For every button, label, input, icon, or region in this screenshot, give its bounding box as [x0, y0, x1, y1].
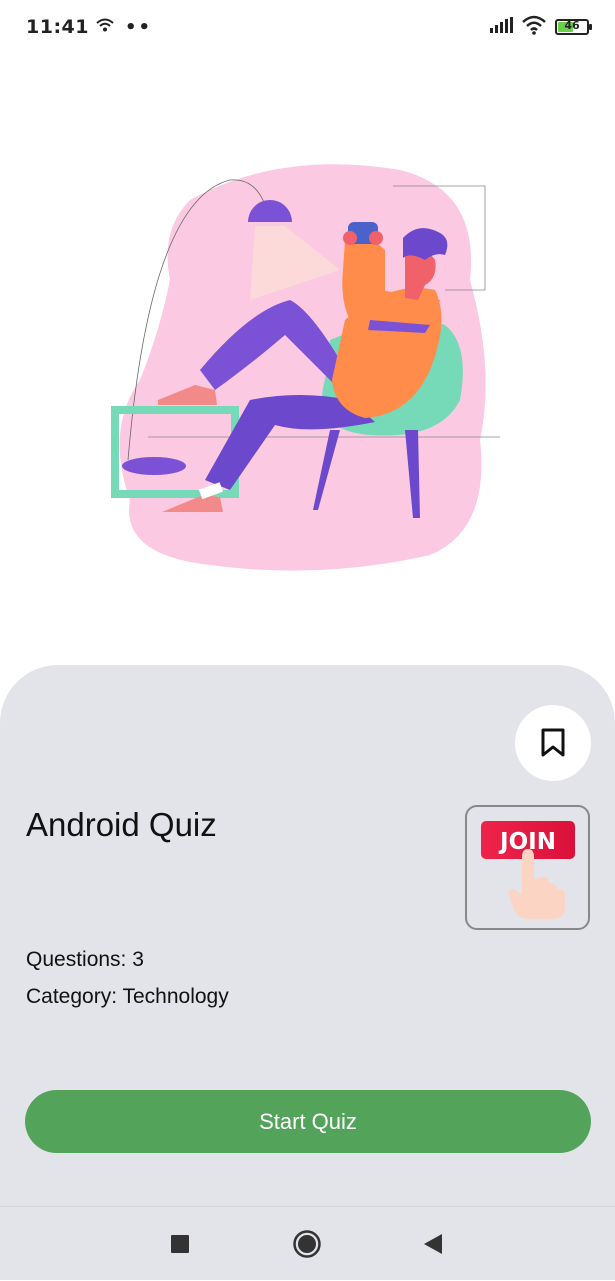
category-label: Category: Technology [26, 985, 229, 1008]
status-time: 11:41 [26, 16, 89, 38]
battery-nub [589, 24, 592, 30]
join-image: JOIN [465, 805, 590, 930]
status-right: 46 [489, 15, 592, 39]
bookmark-icon [541, 728, 565, 757]
triangle-back-icon [424, 1234, 442, 1254]
battery-icon: 46 [555, 19, 592, 35]
wifi-icon [521, 15, 547, 39]
square-icon [171, 1235, 189, 1253]
circle-icon [293, 1230, 321, 1258]
battery-level: 46 [564, 19, 580, 32]
quiz-title: Android Quiz [26, 806, 217, 843]
wifi-small-icon [95, 17, 115, 37]
notification-dots-icon: •• [124, 16, 152, 38]
recents-button[interactable] [140, 1207, 220, 1281]
status-bar: 11:41 •• 46 [0, 0, 615, 54]
gamer-illustration [111, 164, 500, 571]
questions-count: Questions: 3 [26, 948, 144, 971]
system-nav-bar [0, 1206, 615, 1280]
signal-icon [489, 17, 513, 37]
back-button[interactable] [393, 1207, 473, 1281]
hero-illustration [100, 160, 520, 580]
start-quiz-button[interactable]: Start Quiz [25, 1090, 591, 1153]
join-hand-icon: JOIN [481, 821, 575, 919]
status-left: 11:41 •• [26, 16, 152, 38]
bookmark-button[interactable] [515, 705, 591, 781]
home-button[interactable] [267, 1207, 347, 1281]
